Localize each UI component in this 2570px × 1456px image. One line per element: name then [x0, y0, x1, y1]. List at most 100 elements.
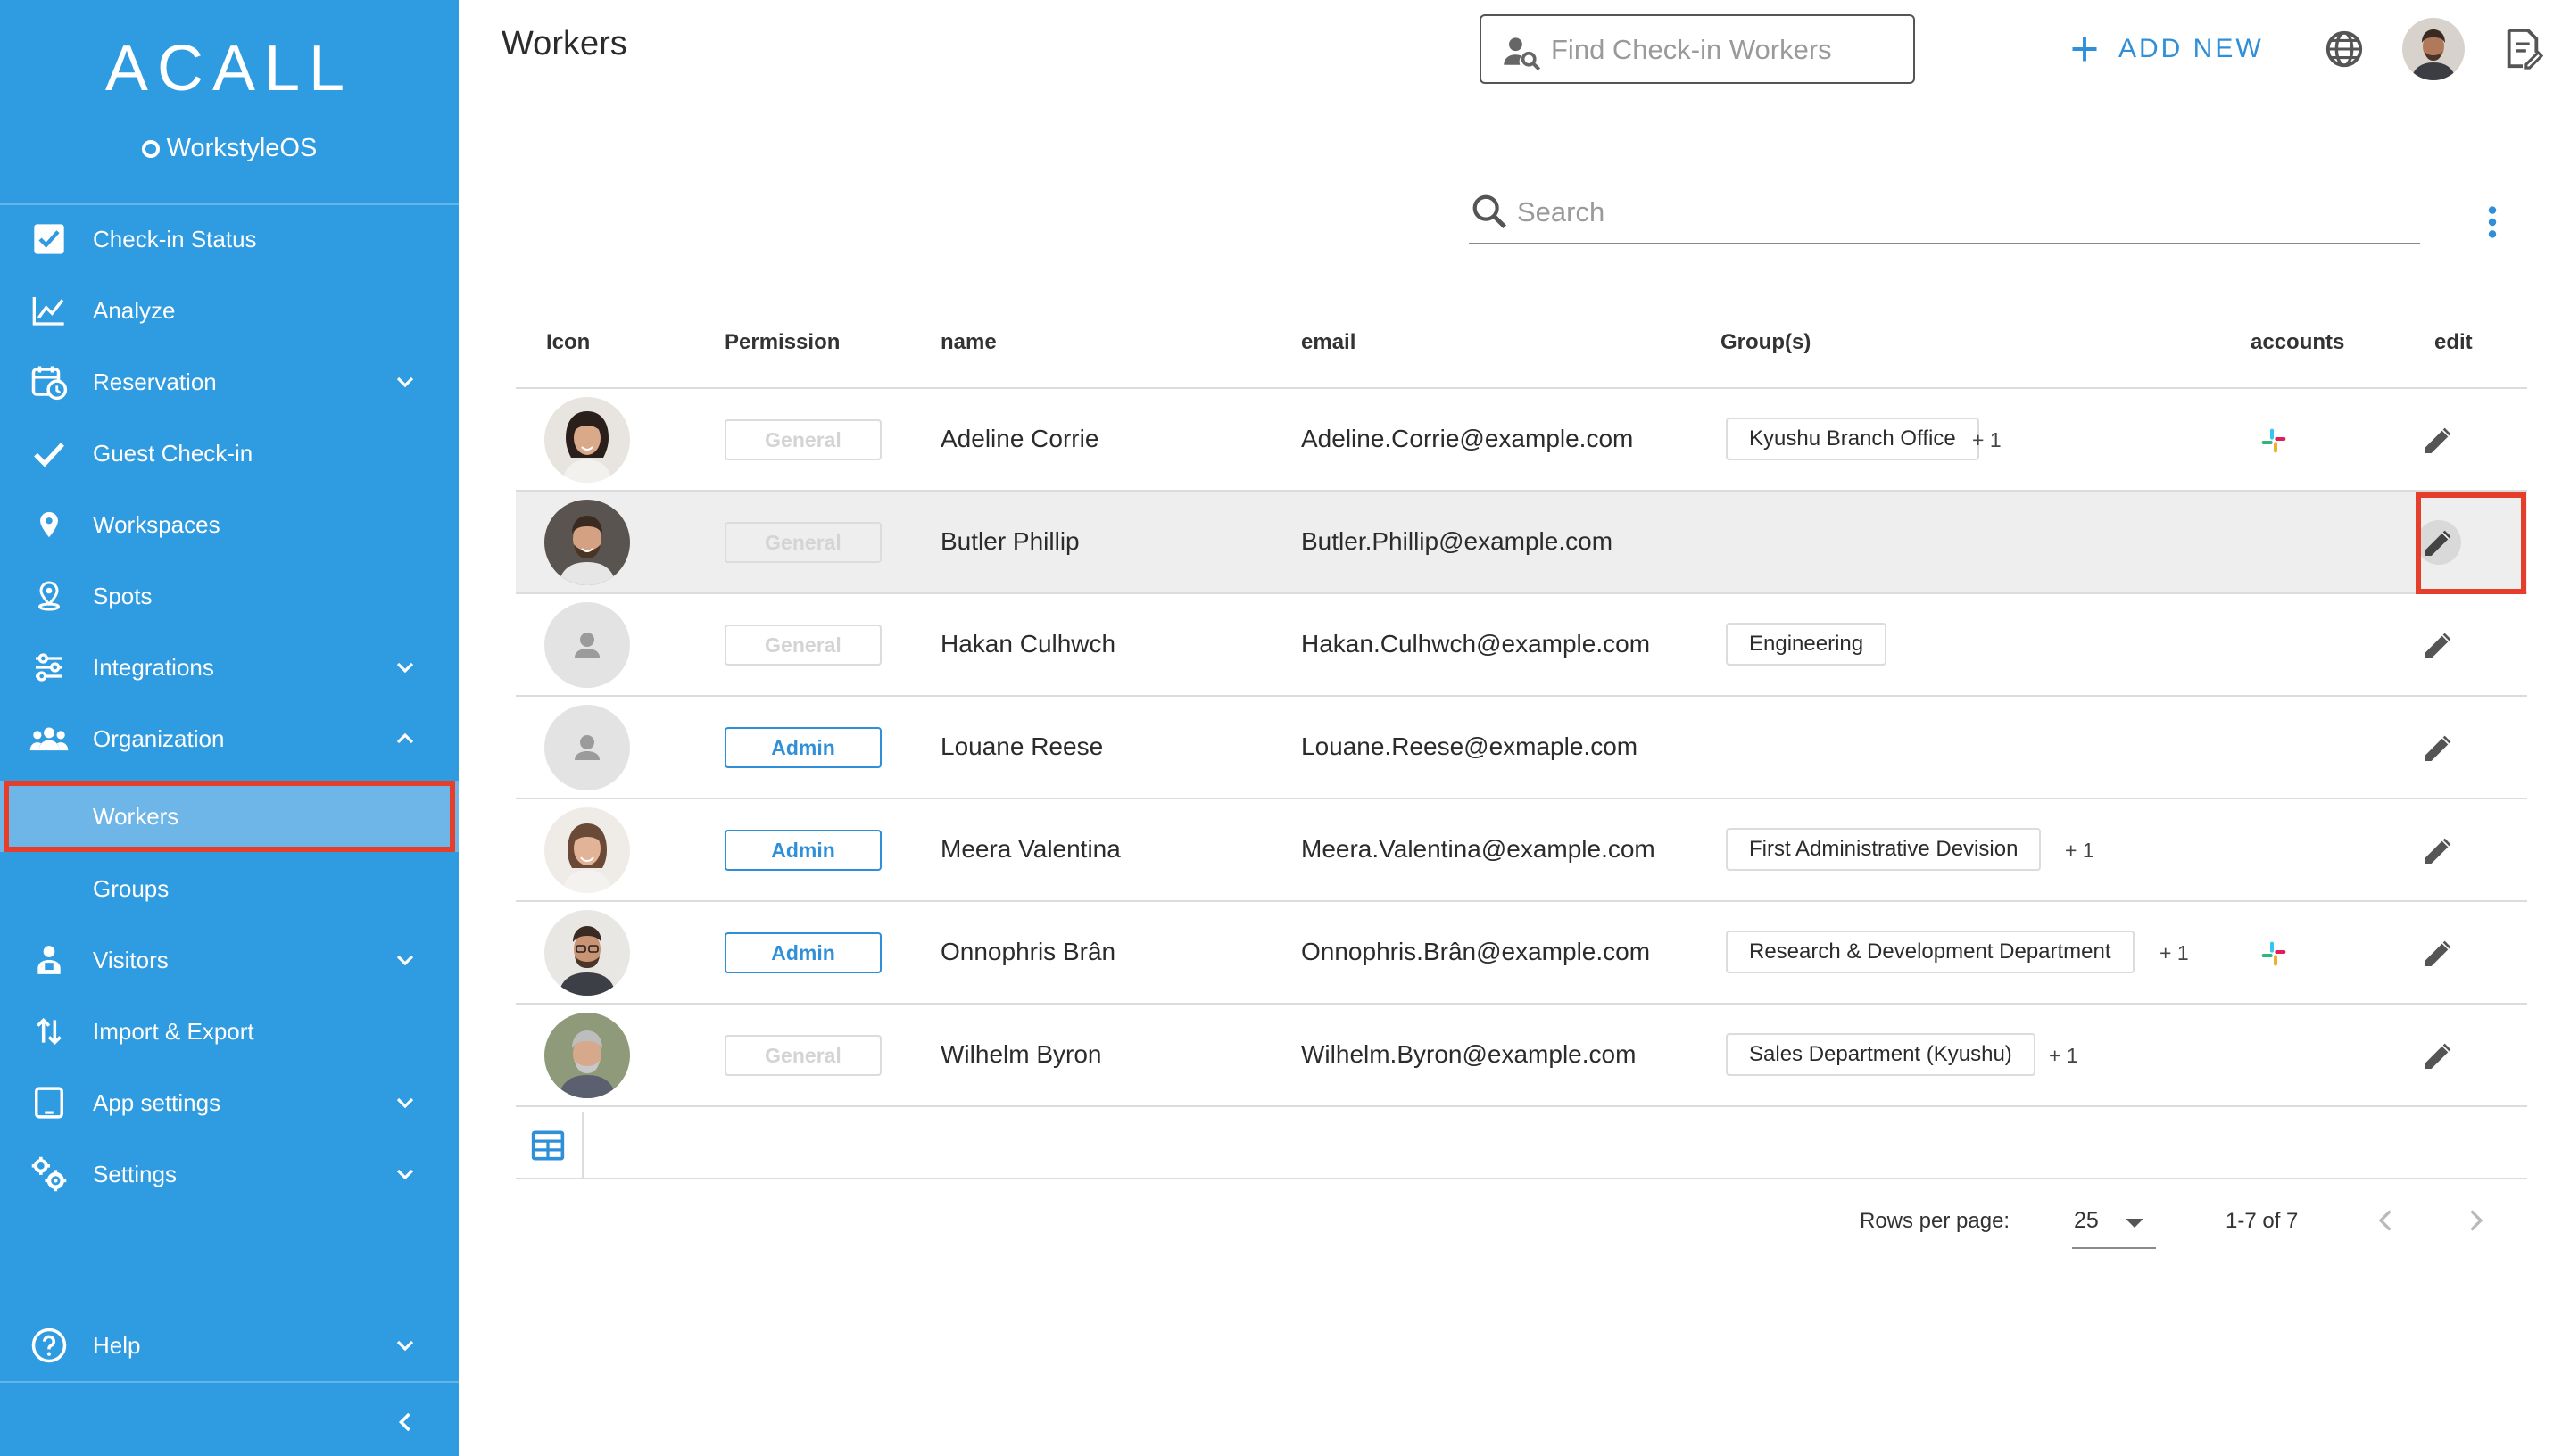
user-avatar[interactable] — [2402, 18, 2465, 80]
sidebar-item-label: Settings — [93, 1160, 177, 1187]
column-header-groups[interactable]: Group(s) — [1720, 330, 1811, 355]
sidebar-item-label: Reservation — [93, 368, 217, 395]
people-group-icon — [29, 721, 70, 757]
edit-icon[interactable] — [2417, 828, 2461, 873]
search-input[interactable] — [1517, 191, 2392, 234]
table-search[interactable] — [1469, 186, 2420, 244]
table-header: Icon Permission name email Group(s) acco… — [516, 309, 2527, 389]
tablet-icon — [29, 1085, 70, 1121]
search-icon — [1469, 191, 1510, 232]
edit-icon[interactable] — [2417, 725, 2461, 770]
gears-icon — [29, 1156, 70, 1192]
sidebar-item-visitors[interactable]: Visitors — [0, 924, 459, 996]
prev-page-icon[interactable] — [2370, 1204, 2402, 1237]
default-person-avatar — [544, 602, 630, 688]
table-row[interactable]: General Hakan Culhwch Hakan.Culhwch@exam… — [516, 594, 2527, 697]
find-workers-input[interactable] — [1551, 29, 1899, 71]
column-header-name[interactable]: name — [941, 330, 997, 355]
add-new-button[interactable]: ADD NEW — [2068, 27, 2264, 71]
table-row[interactable]: Admin Onnophris Brân Onnophris.Brân@exam… — [516, 902, 2527, 1005]
pin-marker-icon — [29, 578, 70, 614]
globe-icon[interactable] — [2324, 29, 2365, 70]
worker-name: Wilhelm Byron — [941, 1040, 1102, 1068]
sidebar-item-organization[interactable]: Organization — [0, 703, 459, 774]
default-person-avatar — [544, 705, 630, 790]
sidebar-item-label: Organization — [93, 724, 225, 752]
sliders-icon — [29, 649, 70, 685]
table-grid-icon[interactable] — [530, 1129, 566, 1162]
edit-icon[interactable] — [2417, 931, 2461, 975]
sidebar-item-reservation[interactable]: Reservation — [0, 346, 459, 418]
footer-divider — [582, 1112, 584, 1179]
sidebar-item-spots[interactable]: Spots — [0, 560, 459, 632]
plus-icon — [2068, 33, 2101, 65]
sidebar-item-import-export[interactable]: Import & Export — [0, 996, 459, 1067]
table-row-selected[interactable]: General Butler Phillip Butler.Phillip@ex… — [516, 492, 2527, 594]
sidebar-divider — [0, 1381, 459, 1383]
avatar — [544, 1013, 630, 1098]
highlight-box-edit — [2416, 492, 2526, 594]
sidebar-item-check-in-status[interactable]: Check-in Status — [0, 203, 459, 275]
chevron-up-icon[interactable] — [387, 724, 423, 753]
edit-icon[interactable] — [2417, 623, 2461, 667]
sidebar-item-settings[interactable]: Settings — [0, 1138, 459, 1210]
worker-email: Meera.Valentina@example.com — [1301, 835, 1655, 863]
checkbox-icon — [29, 221, 70, 257]
slack-icon — [2259, 939, 2288, 968]
help-circle-icon — [29, 1328, 70, 1363]
sidebar-item-label: Integrations — [93, 653, 214, 681]
visitor-icon — [29, 942, 70, 978]
permission-badge: General — [725, 419, 882, 460]
chevron-down-icon[interactable] — [387, 1088, 423, 1117]
sidebar-item-label: Guest Check-in — [93, 439, 253, 467]
collapse-sidebar-icon[interactable] — [387, 1406, 423, 1438]
import-export-icon — [29, 1013, 70, 1049]
sidebar-item-integrations[interactable]: Integrations — [0, 632, 459, 703]
edit-icon[interactable] — [2417, 418, 2461, 462]
highlight-box-workers — [4, 781, 455, 852]
next-page-icon[interactable] — [2459, 1204, 2491, 1237]
table-row[interactable]: Admin Meera Valentina Meera.Valentina@ex… — [516, 799, 2527, 902]
column-header-email[interactable]: email — [1301, 330, 1355, 355]
column-header-accounts[interactable]: accounts — [2251, 330, 2344, 355]
edit-icon[interactable] — [2417, 1033, 2461, 1078]
group-chip: Engineering — [1726, 623, 1887, 666]
chevron-down-icon[interactable] — [387, 653, 423, 682]
sidebar-item-groups[interactable]: Groups — [0, 853, 459, 924]
worker-email: Wilhelm.Byron@example.com — [1301, 1040, 1637, 1068]
avatar — [544, 910, 630, 996]
page-title: Workers — [502, 25, 627, 62]
more-groups-count: + 1 — [2160, 941, 2189, 964]
rows-per-page-select[interactable]: 25 — [2072, 1194, 2156, 1249]
avatar — [544, 397, 630, 483]
chevron-down-icon[interactable] — [387, 1160, 423, 1188]
table-row[interactable]: General Wilhelm Byron Wilhelm.Byron@exam… — [516, 1005, 2527, 1107]
find-workers-box[interactable] — [1480, 14, 1915, 84]
sidebar-item-workspaces[interactable]: Workspaces — [0, 489, 459, 560]
more-options-icon[interactable] — [2479, 202, 2506, 243]
column-header-edit[interactable]: edit — [2434, 330, 2473, 355]
document-edit-icon[interactable] — [2502, 27, 2544, 71]
sidebar: ACALL WorkstyleOS Check-in Status Analyz… — [0, 0, 459, 1456]
table-row[interactable]: General Adeline Corrie Adeline.Corrie@ex… — [516, 389, 2527, 492]
sidebar-item-app-settings[interactable]: App settings — [0, 1067, 459, 1138]
sidebar-item-analyze[interactable]: Analyze — [0, 275, 459, 346]
permission-badge: Admin — [725, 932, 882, 973]
chevron-down-icon[interactable] — [387, 368, 423, 396]
worker-email: Butler.Phillip@example.com — [1301, 527, 1613, 555]
chevron-down-icon[interactable] — [387, 946, 423, 974]
table-footer — [516, 1112, 2527, 1179]
sidebar-item-guest-check-in[interactable]: Guest Check-in — [0, 418, 459, 489]
sidebar-item-help[interactable]: Help — [0, 1310, 459, 1381]
permission-badge: Admin — [725, 830, 882, 871]
product-label: WorkstyleOS — [166, 134, 318, 162]
check-icon — [29, 435, 70, 471]
table-row[interactable]: Admin Louane Reese Louane.Reese@exmaple.… — [516, 697, 2527, 799]
permission-badge: General — [725, 1035, 882, 1076]
slack-icon — [2259, 426, 2288, 455]
column-header-permission[interactable]: Permission — [725, 330, 840, 355]
worker-name: Louane Reese — [941, 732, 1104, 760]
sidebar-item-label: App settings — [93, 1088, 221, 1116]
column-header-icon[interactable]: Icon — [546, 330, 590, 355]
chevron-down-icon[interactable] — [387, 1331, 423, 1360]
